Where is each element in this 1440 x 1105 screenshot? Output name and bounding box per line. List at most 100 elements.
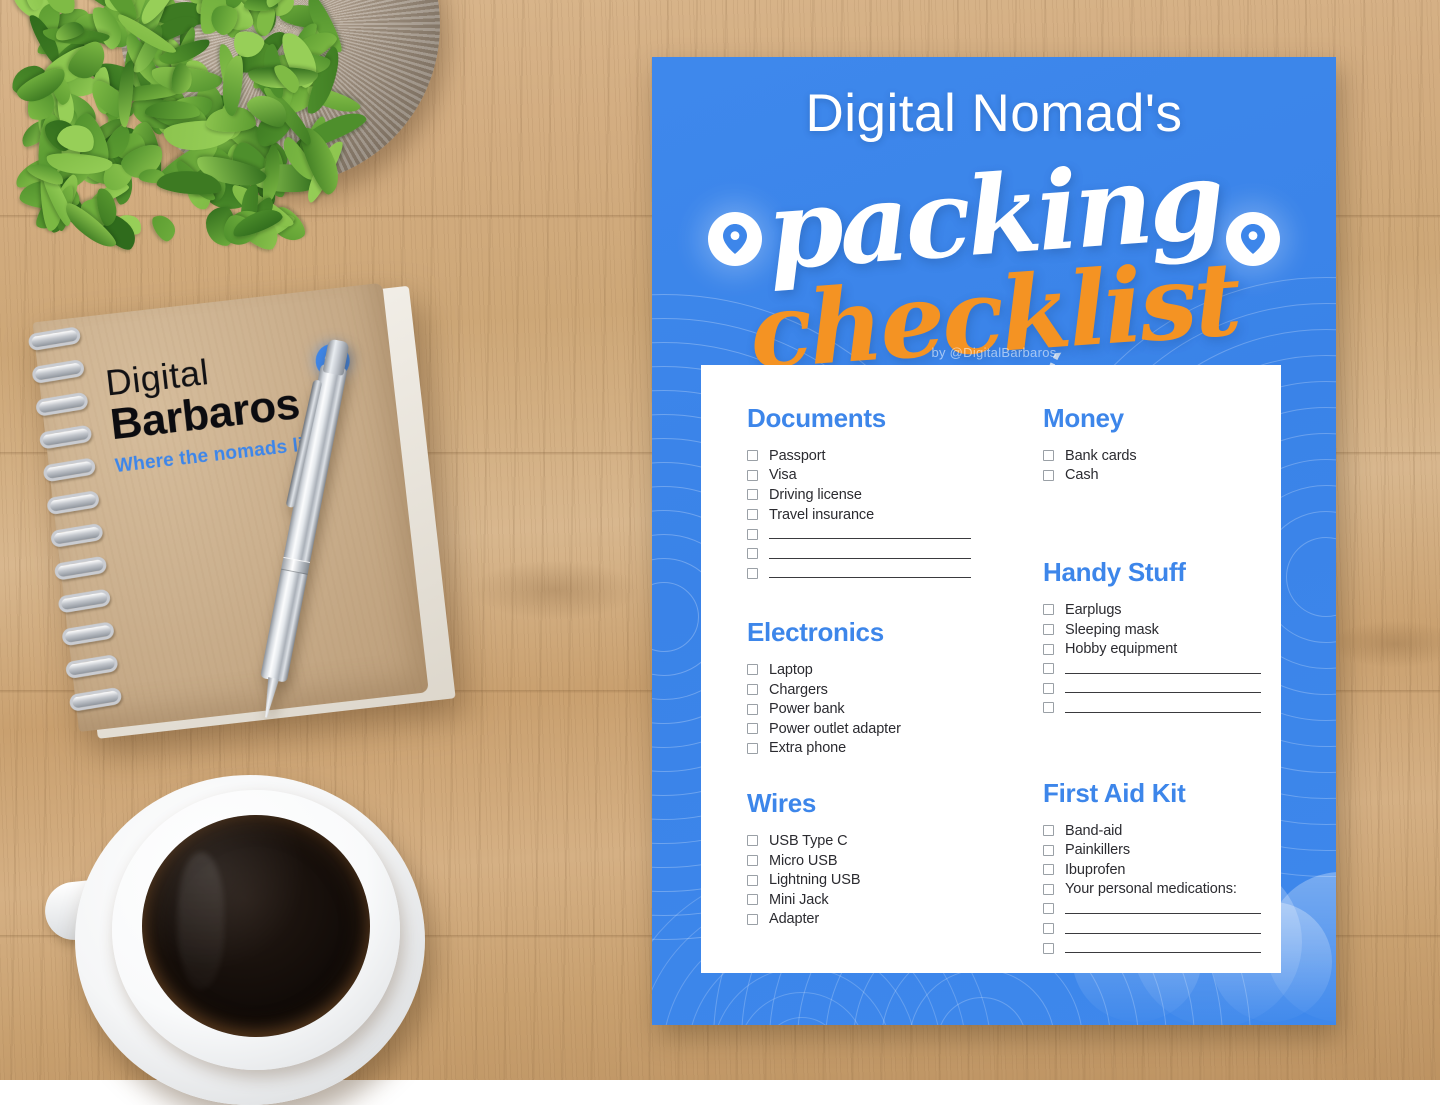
checklist-item[interactable]: Sleeping mask xyxy=(1043,620,1265,640)
checkbox-icon[interactable] xyxy=(747,469,758,481)
checkbox-icon[interactable] xyxy=(1043,702,1054,714)
spiral-notebook: Digital Barbaros Where the nomads live xyxy=(27,280,456,740)
checklist-item[interactable] xyxy=(1043,679,1265,699)
checklist-item-label: Cash xyxy=(1065,467,1099,484)
spiral-ring xyxy=(60,621,116,647)
checkbox-icon[interactable] xyxy=(1043,942,1054,954)
checkbox-icon[interactable] xyxy=(747,548,758,560)
checkbox-icon[interactable] xyxy=(747,509,758,521)
checklist-item[interactable]: Driving license xyxy=(747,485,975,505)
checklist-item[interactable]: Visa xyxy=(747,466,975,486)
write-in-line[interactable] xyxy=(769,529,971,540)
spiral-ring xyxy=(31,358,86,385)
checkbox-icon[interactable] xyxy=(1043,864,1054,876)
checkbox-icon[interactable] xyxy=(1043,663,1054,675)
checklist-item[interactable]: USB Type C xyxy=(747,831,975,851)
checkbox-icon[interactable] xyxy=(747,855,758,867)
checklist-item[interactable]: Micro USB xyxy=(747,851,975,871)
checkbox-icon[interactable] xyxy=(747,894,758,906)
checkbox-icon[interactable] xyxy=(1043,825,1054,837)
checklist-item[interactable] xyxy=(747,564,975,584)
coffee-reflection xyxy=(178,852,224,990)
section-title: Handy Stuff xyxy=(1043,557,1186,588)
checklist-item[interactable]: Bank cards xyxy=(1043,446,1265,466)
checklist-item-label: Bank cards xyxy=(1065,447,1137,464)
checklist-item[interactable]: Your personal medications: xyxy=(1043,880,1265,900)
checklist-item[interactable]: Band-aid xyxy=(1043,821,1265,841)
decorative-arc xyxy=(652,582,699,652)
checklist-item[interactable] xyxy=(1043,698,1265,718)
checklist-item[interactable]: Power outlet adapter xyxy=(747,719,975,739)
checkbox-icon[interactable] xyxy=(747,835,758,847)
spiral-ring xyxy=(49,522,104,549)
write-in-line[interactable] xyxy=(1065,943,1261,954)
checkbox-icon[interactable] xyxy=(1043,883,1054,895)
checklist-item[interactable] xyxy=(1043,919,1265,939)
checklist-item-label: Visa xyxy=(769,467,797,484)
checklist-item[interactable]: Travel insurance xyxy=(747,505,975,525)
checkbox-icon[interactable] xyxy=(1043,450,1054,462)
checkbox-icon[interactable] xyxy=(1043,643,1054,655)
checklist-item-label: Chargers xyxy=(769,681,828,698)
checklist-item[interactable]: Earplugs xyxy=(1043,600,1265,620)
write-in-line[interactable] xyxy=(769,549,971,559)
checklist-item-label: Driving license xyxy=(769,486,862,503)
checkbox-icon[interactable] xyxy=(1043,682,1054,694)
checklist-item-label: Hobby equipment xyxy=(1065,641,1178,658)
checkbox-icon[interactable] xyxy=(747,723,758,735)
checklist-item[interactable]: Adapter xyxy=(747,910,975,930)
checkbox-icon[interactable] xyxy=(747,567,758,579)
write-in-line[interactable] xyxy=(1065,703,1261,713)
checkbox-icon[interactable] xyxy=(1043,624,1054,636)
checklist-section: Electronics Laptop Chargers Power bank Power… xyxy=(747,617,975,758)
checklist-item[interactable]: Laptop xyxy=(747,660,975,680)
plant-leaf xyxy=(148,210,180,245)
poster-byline: by @DigitalBarbaros xyxy=(931,345,1057,360)
checklist-item[interactable]: Passport xyxy=(747,446,975,466)
decorative-arc xyxy=(762,1017,842,1025)
checklist-item[interactable] xyxy=(747,524,975,544)
spiral-ring xyxy=(42,457,97,483)
checklist-item[interactable]: Power bank xyxy=(747,699,975,719)
checklist-item[interactable]: Chargers xyxy=(747,680,975,700)
spiral-ring xyxy=(53,555,108,581)
checklist-section: Wires USB Type C Micro USB Lightning USB Min… xyxy=(747,788,975,929)
checkbox-icon[interactable] xyxy=(747,703,758,715)
checkbox-icon[interactable] xyxy=(1043,604,1054,616)
write-in-line[interactable] xyxy=(1065,664,1261,674)
checkbox-icon[interactable] xyxy=(1043,469,1054,481)
checklist-item[interactable]: Ibuprofen xyxy=(1043,860,1265,880)
write-in-line[interactable] xyxy=(1065,683,1261,694)
checklist-item[interactable] xyxy=(747,544,975,564)
checkbox-icon[interactable] xyxy=(747,874,758,886)
spiral-ring xyxy=(38,424,93,450)
checklist-item-label: Micro USB xyxy=(769,852,838,869)
write-in-line[interactable] xyxy=(1065,904,1261,914)
checklist-item[interactable]: Extra phone xyxy=(747,739,975,759)
checklist-item[interactable]: Painkillers xyxy=(1043,840,1265,860)
checkbox-icon[interactable] xyxy=(1043,923,1054,935)
checklist-item[interactable] xyxy=(1043,659,1265,679)
checklist-item[interactable]: Hobby equipment xyxy=(1043,639,1265,659)
checkbox-icon[interactable] xyxy=(747,684,758,696)
checkbox-icon[interactable] xyxy=(1043,844,1054,856)
checkbox-icon[interactable] xyxy=(1043,903,1054,915)
write-in-line[interactable] xyxy=(1065,924,1261,934)
checklist-item-label: USB Type C xyxy=(769,832,848,849)
spiral-ring xyxy=(64,653,119,680)
section-title: Documents xyxy=(747,403,886,433)
checkbox-icon[interactable] xyxy=(747,489,758,501)
checklist-item[interactable]: Mini Jack xyxy=(747,890,975,910)
checkbox-icon[interactable] xyxy=(747,528,758,540)
checklist-item[interactable] xyxy=(1043,899,1265,919)
checklist-section: Handy Stuff Earplugs Sleeping mask Hobby eq… xyxy=(1043,557,1265,718)
checkbox-icon[interactable] xyxy=(747,450,758,462)
checkbox-icon[interactable] xyxy=(747,913,758,925)
checklist-item[interactable]: Lightning USB xyxy=(747,870,975,890)
checklist-item[interactable] xyxy=(1043,938,1265,958)
checkbox-icon[interactable] xyxy=(747,742,758,754)
checkbox-icon[interactable] xyxy=(747,664,758,676)
checklist-item[interactable]: Cash xyxy=(1043,466,1265,486)
write-in-line[interactable] xyxy=(769,568,971,579)
checklist-item-label: Adapter xyxy=(769,911,820,928)
